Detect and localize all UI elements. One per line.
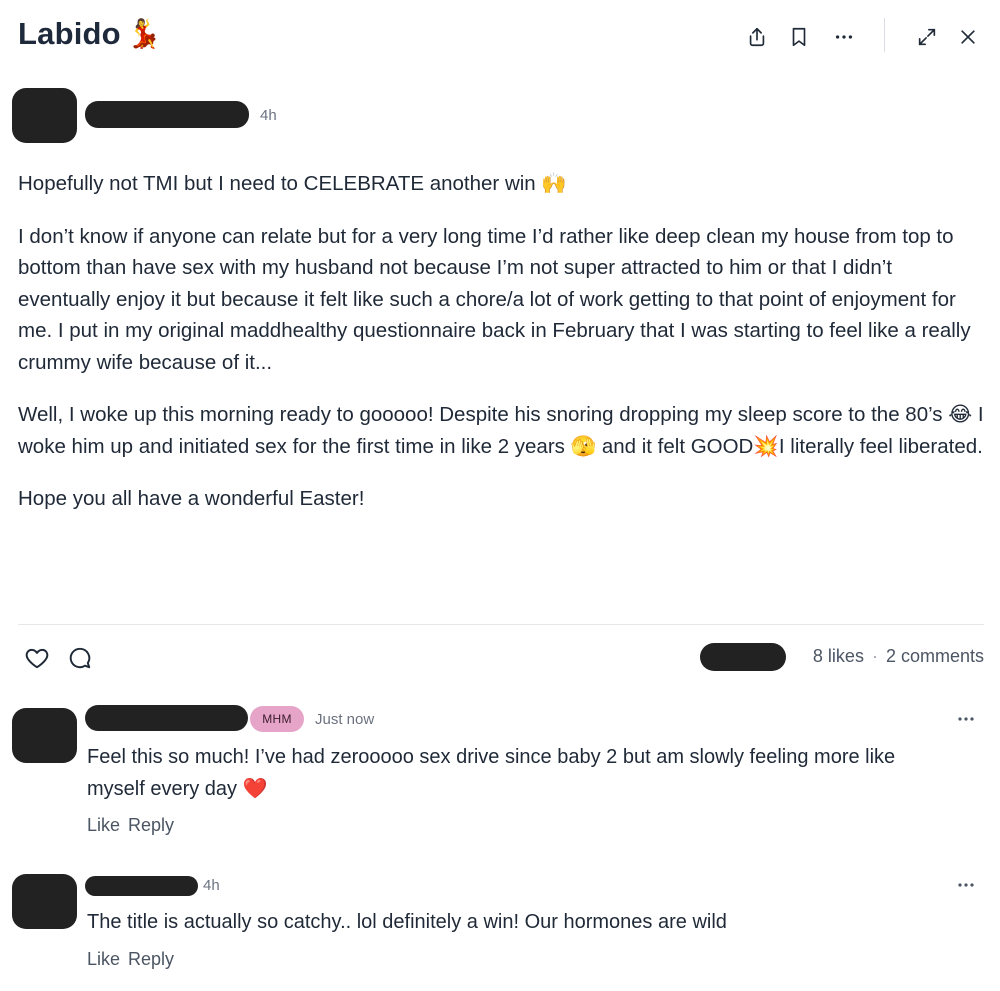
close-icon[interactable]	[953, 22, 983, 52]
comment-more-icon[interactable]	[952, 709, 980, 729]
comment-like-button[interactable]: Like	[87, 815, 120, 836]
commenter-name-redacted[interactable]	[85, 876, 198, 896]
like-heart-icon[interactable]	[23, 644, 51, 672]
expand-icon[interactable]	[912, 22, 942, 52]
post-paragraph: Hope you all have a wonderful Easter!	[18, 487, 365, 510]
post-stats: 8 likes · 2 comments	[813, 646, 984, 667]
post-paragraph: I don’t know if anyone can relate but fo…	[18, 224, 971, 374]
post-header: Labido 💃	[0, 0, 1000, 76]
comment-bubble-icon[interactable]	[66, 644, 94, 672]
post-paragraph: Hopefully not TMI but I need to CELEBRAT…	[18, 172, 567, 195]
post-paragraph: Well, I woke up this morning ready to go…	[18, 403, 984, 458]
comment-reply-button[interactable]: Reply	[128, 949, 174, 970]
header-separator	[884, 18, 885, 52]
author-name-redacted[interactable]	[85, 101, 249, 128]
comment-reply-button[interactable]: Reply	[128, 815, 174, 836]
stats-separator: ·	[871, 646, 878, 666]
comment-text: Feel this so much! I’ve had zerooooo sex…	[87, 746, 896, 800]
group-title: Labido	[18, 16, 121, 51]
comment-more-icon[interactable]	[952, 875, 980, 895]
member-badge: MHM	[250, 706, 304, 732]
post-body: Hopefully not TMI but I need to CELEBRAT…	[18, 168, 986, 536]
likes-count[interactable]: 8 likes	[813, 646, 864, 667]
author-avatar[interactable]	[12, 88, 77, 143]
comment-timestamp: 4h	[203, 877, 220, 894]
comment-text: The title is actually so catchy.. lol de…	[87, 911, 727, 933]
more-icon[interactable]	[829, 22, 859, 52]
commenter-name-redacted[interactable]	[85, 705, 248, 731]
comments-count[interactable]: 2 comments	[886, 646, 984, 667]
comment-timestamp: Just now	[315, 711, 375, 728]
post-timestamp: 4h	[260, 107, 277, 124]
commenter-avatar[interactable]	[12, 874, 77, 929]
likers-avatars-redacted[interactable]	[700, 643, 786, 671]
comment-actions: Like Reply	[87, 815, 174, 836]
dancer-emoji: 💃	[126, 18, 162, 49]
divider	[18, 624, 984, 625]
comment-like-button[interactable]: Like	[87, 949, 120, 970]
commenter-avatar[interactable]	[12, 708, 77, 763]
share-icon[interactable]	[742, 22, 772, 52]
comment-actions: Like Reply	[87, 949, 174, 970]
title-wrap: Labido 💃	[18, 16, 162, 52]
bookmark-icon[interactable]	[784, 22, 814, 52]
